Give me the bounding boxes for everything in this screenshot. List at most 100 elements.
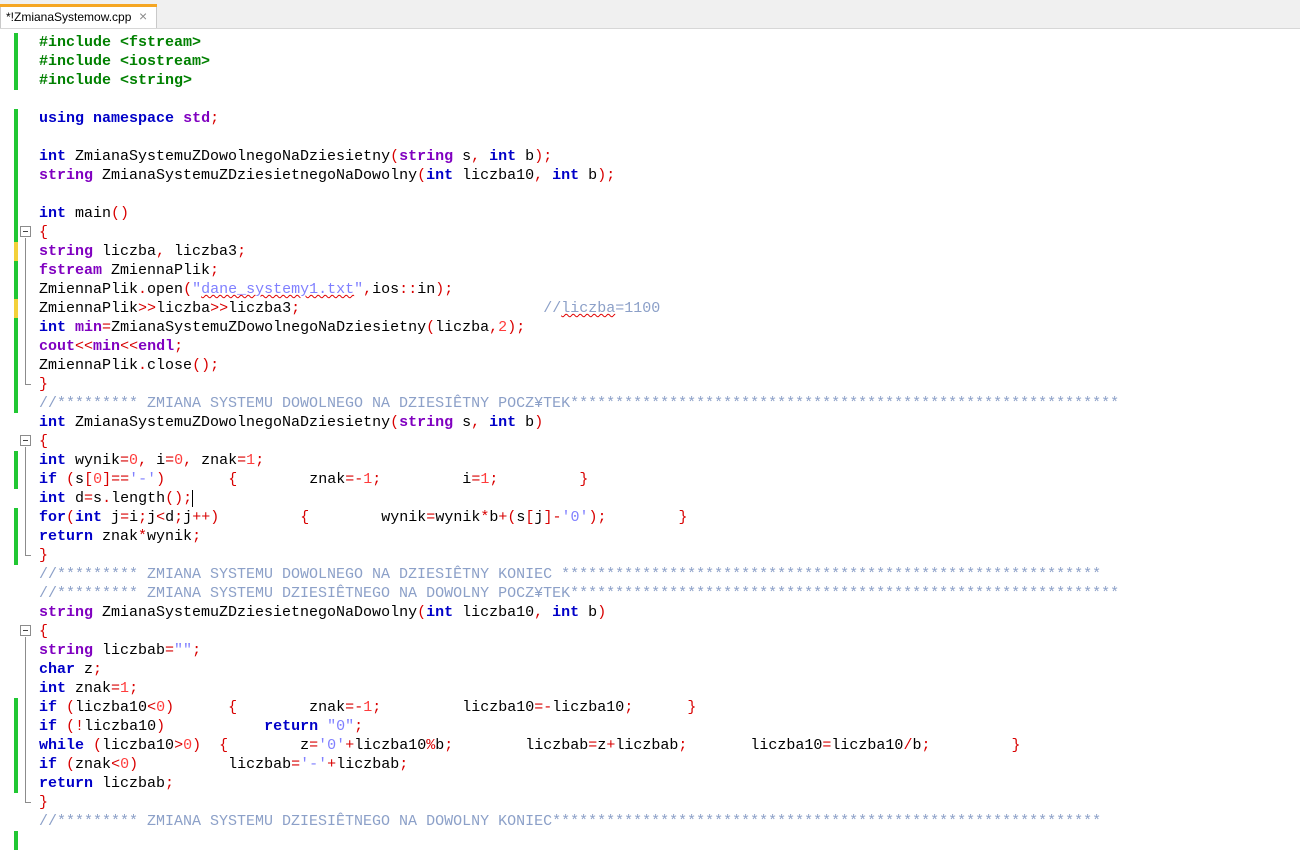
code-text[interactable]: if (!liczba10) return "0"; [39,717,363,736]
code-line[interactable]: for(int j=i;j<d;j++) { wynik=wynik*b+(s[… [0,508,1300,527]
code-text[interactable]: int ZmianaSystemuZDowolnegoNaDziesietny(… [39,147,552,166]
code-text[interactable]: } [39,546,48,565]
code-line[interactable]: int znak=1; [0,679,1300,698]
code-line[interactable]: ZmiennaPlik.open("dane_systemy1.txt",ios… [0,280,1300,299]
code-text[interactable]: while (liczba10>0) { z='0'+liczba10%b; l… [39,736,1021,755]
code-line[interactable]: string liczba, liczba3; [0,242,1300,261]
code-text[interactable]: if (znak<0) liczbab='-'+liczbab; [39,755,408,774]
code-line[interactable]: string liczbab=""; [0,641,1300,660]
code-text[interactable]: string liczbab=""; [39,641,201,660]
code-line[interactable]: //********* ZMIANA SYSTEMU DOWOLNEGO NA … [0,394,1300,413]
change-marker [14,451,18,470]
change-marker [14,280,18,299]
code-text[interactable]: cout<<min<<endl; [39,337,183,356]
code-text[interactable]: int znak=1; [39,679,138,698]
code-text[interactable]: char z; [39,660,102,679]
code-text[interactable]: if (liczba10<0) { znak=-1; liczba10=-lic… [39,698,696,717]
close-icon[interactable]: × [139,8,147,24]
code-line[interactable]: #include <fstream> [0,33,1300,52]
code-line[interactable]: //********* ZMIANA SYSTEMU DOWOLNEGO NA … [0,565,1300,584]
code-text[interactable]: ZmiennaPlik.close(); [39,356,219,375]
code-text[interactable]: int d=s.length(); [39,489,194,508]
fold-guide [25,755,26,774]
code-editor[interactable]: #include <fstream> #include <iostream> #in… [0,29,1300,850]
code-text[interactable]: return liczbab; [39,774,174,793]
code-text[interactable]: //********* ZMIANA SYSTEMU DZIESIÊTNEGO … [39,812,1101,831]
code-line[interactable] [0,185,1300,204]
code-line[interactable]: } [0,546,1300,565]
code-line[interactable]: int main() [0,204,1300,223]
code-line[interactable]: return liczbab; [0,774,1300,793]
tab-title[interactable]: *!ZmianaSystemow.cpp [6,10,131,24]
code-line[interactable]: int ZmianaSystemuZDowolnegoNaDziesietny(… [0,413,1300,432]
code-line[interactable]: #include <iostream> [0,52,1300,71]
code-line[interactable]: { [0,622,1300,641]
fold-end-marker [25,546,31,556]
code-line[interactable]: return znak*wynik; [0,527,1300,546]
code-text[interactable]: ZmiennaPlik>>liczba>>liczba3; //liczba=1… [39,299,660,318]
change-marker [14,33,18,52]
code-line[interactable]: //********* ZMIANA SYSTEMU DZIESIÊTNEGO … [0,812,1300,831]
code-text[interactable]: { [39,622,48,641]
code-text[interactable]: ZmiennaPlik.open("dane_systemy1.txt",ios… [39,280,453,299]
code-line[interactable]: int wynik=0, i=0, znak=1; [0,451,1300,470]
code-text[interactable]: //********* ZMIANA SYSTEMU DOWOLNEGO NA … [39,565,1101,584]
tab-active-indicator [0,4,157,7]
code-text[interactable]: //********* ZMIANA SYSTEMU DOWOLNEGO NA … [39,394,1119,413]
code-line[interactable]: if (znak<0) liczbab='-'+liczbab; [0,755,1300,774]
code-line[interactable]: if (liczba10<0) { znak=-1; liczba10=-lic… [0,698,1300,717]
code-text[interactable]: #include <string> [39,71,192,90]
fold-guide [25,527,26,546]
code-line[interactable]: { [0,432,1300,451]
change-marker [14,698,18,717]
code-line[interactable]: ZmiennaPlik.close(); [0,356,1300,375]
code-text[interactable]: int wynik=0, i=0, znak=1; [39,451,264,470]
code-line[interactable]: int d=s.length(); [0,489,1300,508]
fold-guide [25,774,26,793]
code-text[interactable]: } [39,793,48,812]
code-line[interactable]: if (!liczba10) return "0"; [0,717,1300,736]
code-text[interactable]: string ZmianaSystemuZDziesietnegoNaDowol… [39,603,606,622]
code-text[interactable]: return znak*wynik; [39,527,201,546]
code-line[interactable]: int min=ZmianaSystemuZDowolnegoNaDziesie… [0,318,1300,337]
code-line[interactable]: #include <string> [0,71,1300,90]
code-line[interactable]: ZmiennaPlik>>liczba>>liczba3; //liczba=1… [0,299,1300,318]
code-text[interactable]: fstream ZmiennaPlik; [39,261,219,280]
file-tab[interactable]: *!ZmianaSystemow.cpp × [0,4,157,28]
code-line[interactable] [0,831,1300,850]
code-line[interactable]: { [0,223,1300,242]
code-text[interactable]: string ZmianaSystemuZDziesietnegoNaDowol… [39,166,615,185]
code-text[interactable]: string liczba, liczba3; [39,242,246,261]
code-line[interactable]: string ZmianaSystemuZDziesietnegoNaDowol… [0,603,1300,622]
code-text[interactable]: #include <fstream> [39,33,201,52]
code-line[interactable]: using namespace std; [0,109,1300,128]
code-line[interactable]: cout<<min<<endl; [0,337,1300,356]
fold-collapse-icon[interactable] [20,226,31,237]
code-line[interactable]: if (s[0]=='-') { znak=-1; i=1; } [0,470,1300,489]
code-text[interactable]: } [39,375,48,394]
code-text[interactable]: { [39,432,48,451]
code-line[interactable]: string ZmianaSystemuZDziesietnegoNaDowol… [0,166,1300,185]
code-text[interactable]: for(int j=i;j<d;j++) { wynik=wynik*b+(s[… [39,508,688,527]
fold-guide [25,318,26,337]
code-line[interactable] [0,128,1300,147]
code-text[interactable]: int min=ZmianaSystemuZDowolnegoNaDziesie… [39,318,525,337]
code-line[interactable]: fstream ZmiennaPlik; [0,261,1300,280]
code-line[interactable]: } [0,793,1300,812]
fold-guide [25,299,26,318]
code-line[interactable]: while (liczba10>0) { z='0'+liczba10%b; l… [0,736,1300,755]
code-text[interactable]: if (s[0]=='-') { znak=-1; i=1; } [39,470,588,489]
code-line[interactable]: //********* ZMIANA SYSTEMU DZIESIÊTNEGO … [0,584,1300,603]
code-line[interactable]: char z; [0,660,1300,679]
code-line[interactable]: int ZmianaSystemuZDowolnegoNaDziesietny(… [0,147,1300,166]
code-text[interactable]: int ZmianaSystemuZDowolnegoNaDziesietny(… [39,413,543,432]
code-text[interactable]: //********* ZMIANA SYSTEMU DZIESIÊTNEGO … [39,584,1119,603]
code-line[interactable]: } [0,375,1300,394]
code-text[interactable]: { [39,223,48,242]
code-text[interactable]: using namespace std; [39,109,219,128]
fold-collapse-icon[interactable] [20,625,31,636]
fold-collapse-icon[interactable] [20,435,31,446]
code-text[interactable]: int main() [39,204,129,223]
code-text[interactable]: #include <iostream> [39,52,210,71]
code-line[interactable] [0,90,1300,109]
